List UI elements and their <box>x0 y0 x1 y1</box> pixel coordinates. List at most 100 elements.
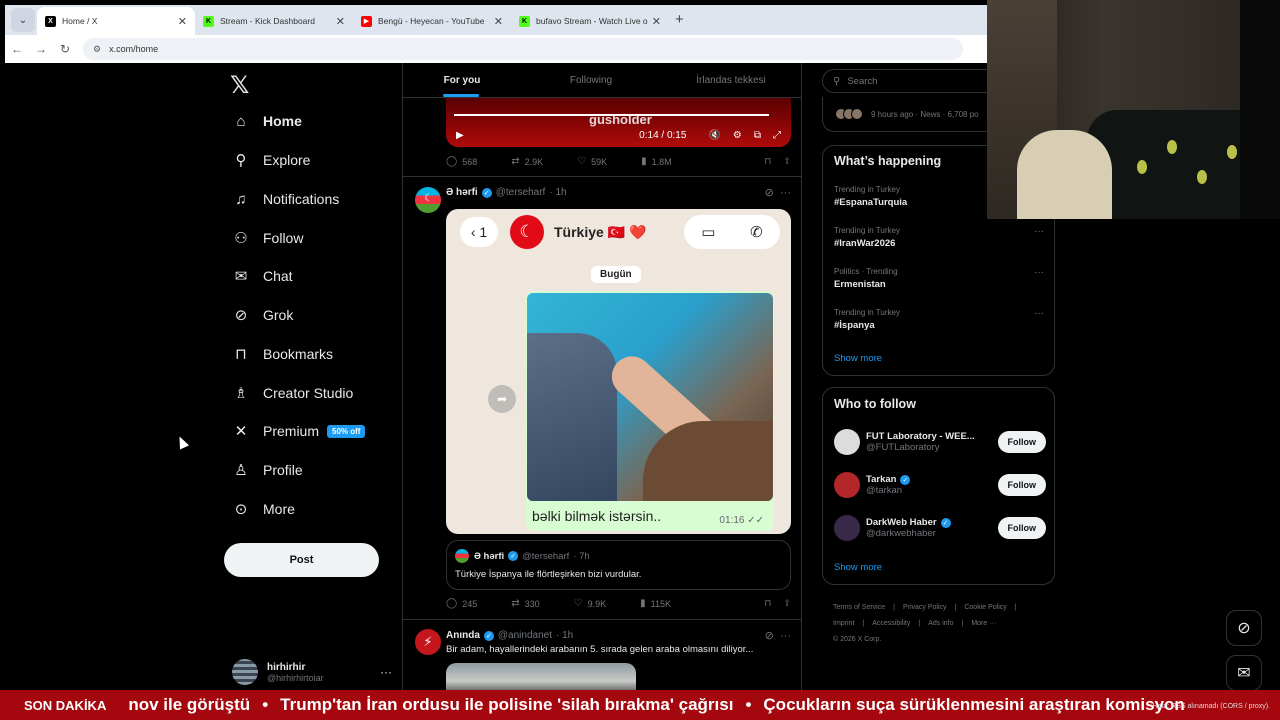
creator-icon: ♗ <box>234 385 248 402</box>
footer-link[interactable]: Cookie Policy <box>964 604 1006 611</box>
tab-for-you[interactable]: For you <box>403 63 521 97</box>
author-handle[interactable]: @anindanet <box>498 630 552 641</box>
tweet-time[interactable]: · 1h <box>549 187 566 198</box>
show-more-link[interactable]: Show more <box>834 353 882 364</box>
grok-icon[interactable]: ⊘ <box>765 187 774 199</box>
trend-item[interactable]: Politics · Trending Ermenistan ··· <box>834 267 1044 290</box>
new-tab-icon[interactable]: + <box>675 11 684 28</box>
author-handle[interactable]: @terseharf <box>496 187 546 198</box>
follow-button[interactable]: Follow <box>997 431 1046 453</box>
more-dots-icon[interactable]: ··· <box>780 187 791 199</box>
nav-item-notifications[interactable]: ♫ Notifications <box>232 186 339 212</box>
follow-suggestion[interactable]: FUT Laboratory - WEE... @FUTLaboratory F… <box>834 427 1046 457</box>
site-settings-icon[interactable]: ⚙ <box>93 44 101 55</box>
footer-link[interactable]: Ads info <box>928 620 953 627</box>
browser-tab-x-home[interactable]: X Home / X ✕ <box>37 7 195 35</box>
ticker-item: Trump'tan İran ordusu ile polisine 'sila… <box>280 695 734 714</box>
nav-item-profile[interactable]: ♙ Profile <box>232 457 302 483</box>
grok-fab-icon[interactable]: ⊘ <box>1226 610 1262 646</box>
close-tab-icon[interactable]: ✕ <box>178 15 187 28</box>
footer-link[interactable]: Terms of Service <box>833 604 885 611</box>
follow-suggestion[interactable]: DarkWeb Haber ✓ @darkwebhaber Follow <box>834 513 1046 543</box>
nav-item-bookmarks[interactable]: ⊓ Bookmarks <box>232 341 333 367</box>
quoted-tweet[interactable]: Ə hərfi ✓ @terseharf · 7h Türkiye İspany… <box>446 540 791 590</box>
share-icon[interactable]: ⇪ <box>783 598 791 609</box>
share-icon[interactable]: ⇪ <box>783 156 791 167</box>
browser-tab-kick-stream[interactable]: K bufavo Stream - Watch Live on ✕ <box>511 7 669 35</box>
search-input[interactable]: ⚲ Search <box>822 69 1002 93</box>
tab-irlandas-tekkesi[interactable]: İrlandas tekkesi <box>661 63 801 97</box>
repost-button[interactable]: ⇄ 2.9K <box>511 156 543 167</box>
forward-arrow-icon[interactable]: → <box>29 42 53 56</box>
follow-button[interactable]: Follow <box>997 474 1046 496</box>
more-dots-icon[interactable]: ··· <box>1034 226 1044 237</box>
follow-button[interactable]: Follow <box>997 517 1046 539</box>
close-tab-icon[interactable]: ✕ <box>336 15 345 28</box>
tweet-time[interactable]: · 1h <box>556 630 573 641</box>
mouse-cursor-icon <box>174 434 190 450</box>
x-logo-icon[interactable]: 𝕏 <box>230 71 249 100</box>
settings-gear-icon[interactable]: ⚙ <box>733 130 742 141</box>
bookmark-icon[interactable]: ⊓ <box>764 156 771 167</box>
footer-link[interactable]: Privacy Policy <box>903 604 947 611</box>
author-name[interactable]: Ə hərfi <box>446 187 478 198</box>
like-button[interactable]: ♡ 59K <box>577 156 607 167</box>
grok-icon[interactable]: ⊘ <box>765 630 774 642</box>
account-switcher[interactable]: hirhirhir @hirhirhirtoiar ··· <box>232 655 392 689</box>
more-dots-icon[interactable]: ··· <box>780 630 791 642</box>
footer-link[interactable]: Accessibility <box>872 620 910 627</box>
views-button[interactable]: ▮ 115K <box>640 598 671 609</box>
follow-suggestion[interactable]: Tarkan ✓ @tarkan Follow <box>834 470 1046 500</box>
reply-button[interactable]: ◯ 568 <box>446 156 477 167</box>
more-dots-icon[interactable]: ··· <box>1034 267 1044 278</box>
bookmark-icon[interactable]: ⊓ <box>764 598 771 609</box>
nav-item-premium[interactable]: ✕ Premium 50% off <box>232 418 366 444</box>
close-tab-icon[interactable]: ✕ <box>494 15 503 28</box>
nav-item-creator-studio[interactable]: ♗ Creator Studio <box>232 380 353 406</box>
tab-search-menu-icon[interactable]: ⌄ <box>11 8 35 32</box>
author-name[interactable]: Anında <box>446 630 480 641</box>
footer-link[interactable]: Imprint <box>833 620 854 627</box>
footer-link[interactable]: More ··· <box>971 620 996 627</box>
browser-tab-youtube[interactable]: ▶ Bengü - Heyecan - YouTube ✕ <box>353 7 511 35</box>
video-player[interactable]: gusholder ▶ 0:14 / 0:15 🔇 ⚙ ⧉ ⤢ <box>446 98 791 147</box>
tweet-image-whatsapp[interactable]: ‹ 1 ☾ Türkiye 🇹🇷 ❤️ ▭ ✆ Bugün ➦ bəlki bil… <box>446 209 791 534</box>
post-button[interactable]: Post <box>224 543 379 577</box>
avatar[interactable] <box>415 187 441 213</box>
show-more-link[interactable]: Show more <box>834 562 882 573</box>
views-button[interactable]: ▮ 1.8M <box>641 156 672 167</box>
turkey-flag-icon: ☾ <box>510 215 544 249</box>
nav-item-grok[interactable]: ⊘ Grok <box>232 302 294 328</box>
trend-item[interactable]: Trending in Turkey #IranWar2026 ··· <box>834 226 1044 249</box>
repost-button[interactable]: ⇄ 330 <box>511 598 539 609</box>
nav-label: More <box>263 501 295 517</box>
nav-item-chat[interactable]: ✉ Chat <box>232 263 293 289</box>
reload-icon[interactable]: ↻ <box>53 42 77 56</box>
x-favicon-icon: X <box>45 15 56 27</box>
browser-tab-kick-dashboard[interactable]: K Stream - Kick Dashboard ✕ <box>195 7 353 35</box>
tab-following[interactable]: Following <box>521 63 661 97</box>
close-tab-icon[interactable]: ✕ <box>652 15 661 28</box>
trend-item[interactable]: Trending in Turkey #İspanya ··· <box>834 308 1044 331</box>
avatar[interactable]: ⚡ <box>415 629 441 655</box>
more-dots-icon[interactable]: ··· <box>1034 308 1044 319</box>
reply-button[interactable]: ◯ 245 <box>446 598 477 609</box>
fullscreen-icon[interactable]: ⤢ <box>773 130 781 141</box>
nav-label: Home <box>263 113 302 129</box>
more-dots-icon[interactable]: ··· <box>380 665 392 679</box>
nav-item-home[interactable]: ⌂ Home <box>232 108 302 134</box>
divider <box>403 176 801 177</box>
play-icon[interactable]: ▶ <box>456 130 464 141</box>
back-arrow-icon[interactable]: ← <box>5 42 29 56</box>
nav-item-more[interactable]: ⊙ More <box>232 496 295 522</box>
kick-favicon-icon: K <box>519 15 530 27</box>
mute-icon[interactable]: 🔇 <box>708 130 720 141</box>
tweet-image[interactable] <box>446 663 636 693</box>
nav-item-explore[interactable]: ⚲ Explore <box>232 147 311 173</box>
messages-fab-icon[interactable]: ✉ <box>1226 655 1262 691</box>
heart-icon: ♡ <box>577 156 587 167</box>
pip-icon[interactable]: ⧉ <box>754 130 761 141</box>
like-button[interactable]: ♡ 9.9K <box>574 598 606 609</box>
url-field[interactable]: ⚙ x.com/home <box>83 38 963 60</box>
nav-item-follow[interactable]: ⚇ Follow <box>232 225 303 251</box>
